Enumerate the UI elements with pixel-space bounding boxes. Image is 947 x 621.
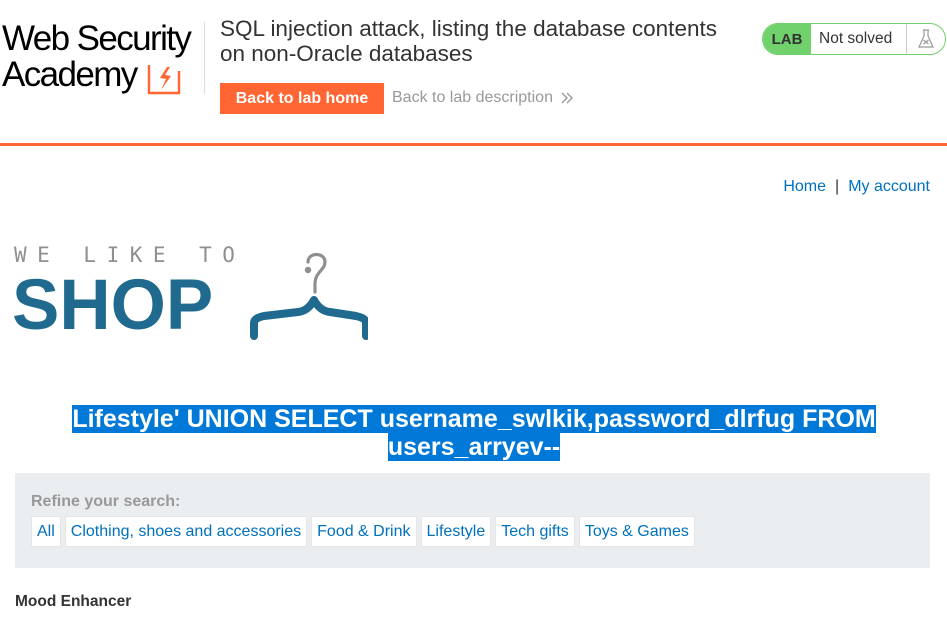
shop-word: SHOP bbox=[12, 266, 214, 345]
site-nav: Home | My account bbox=[783, 178, 930, 196]
header-divider bbox=[204, 22, 205, 94]
shop-tagline: WE LIKE TO bbox=[14, 243, 246, 267]
flask-icon-container bbox=[907, 24, 945, 54]
logo-text-line1: Web Security bbox=[2, 19, 192, 58]
filter-lifestyle[interactable]: Lifestyle bbox=[420, 516, 492, 547]
nav-separator: | bbox=[835, 178, 840, 195]
lab-status-widget: LAB Not solved bbox=[762, 23, 946, 55]
hanger-icon bbox=[250, 252, 368, 340]
lab-badge: LAB bbox=[763, 24, 811, 54]
filter-panel: Refine your search: All Clothing, shoes … bbox=[15, 473, 930, 568]
filter-tech-gifts[interactable]: Tech gifts bbox=[495, 516, 575, 547]
filter-all[interactable]: All bbox=[31, 516, 61, 547]
search-result-heading: Lifestyle' UNION SELECT username_swlkik,… bbox=[40, 404, 908, 461]
my-account-link[interactable]: My account bbox=[848, 178, 930, 195]
academy-header: Web Security Academy SQL injection attac… bbox=[0, 0, 947, 146]
double-chevron-right-icon bbox=[561, 92, 573, 104]
flask-icon bbox=[918, 29, 934, 48]
filter-clothing-shoes-accessories[interactable]: Clothing, shoes and accessories bbox=[64, 516, 308, 547]
back-to-lab-description-link[interactable]: Back to lab description bbox=[392, 89, 573, 107]
lab-status-text: Not solved bbox=[811, 24, 907, 54]
web-security-academy-logo[interactable]: Web Security Academy bbox=[2, 20, 202, 95]
lightning-bolt-icon bbox=[147, 65, 181, 95]
lab-title: SQL injection attack, listing the databa… bbox=[220, 16, 717, 66]
search-result-heading-text: Lifestyle' UNION SELECT username_swlkik,… bbox=[72, 404, 876, 461]
logo-text-line2: Academy bbox=[2, 55, 138, 94]
back-to-lab-home-button[interactable]: Back to lab home bbox=[220, 83, 384, 114]
product-name: Mood Enhancer bbox=[15, 593, 132, 610]
shop-logo: WE LIKE TO SHOP bbox=[12, 243, 374, 345]
filter-toys-games[interactable]: Toys & Games bbox=[578, 516, 695, 547]
filter-food-drink[interactable]: Food & Drink bbox=[311, 516, 417, 547]
filter-list: All Clothing, shoes and accessories Food… bbox=[31, 516, 695, 547]
back-to-lab-description-label: Back to lab description bbox=[392, 89, 553, 106]
filter-title: Refine your search: bbox=[31, 493, 181, 510]
home-link[interactable]: Home bbox=[783, 178, 826, 195]
